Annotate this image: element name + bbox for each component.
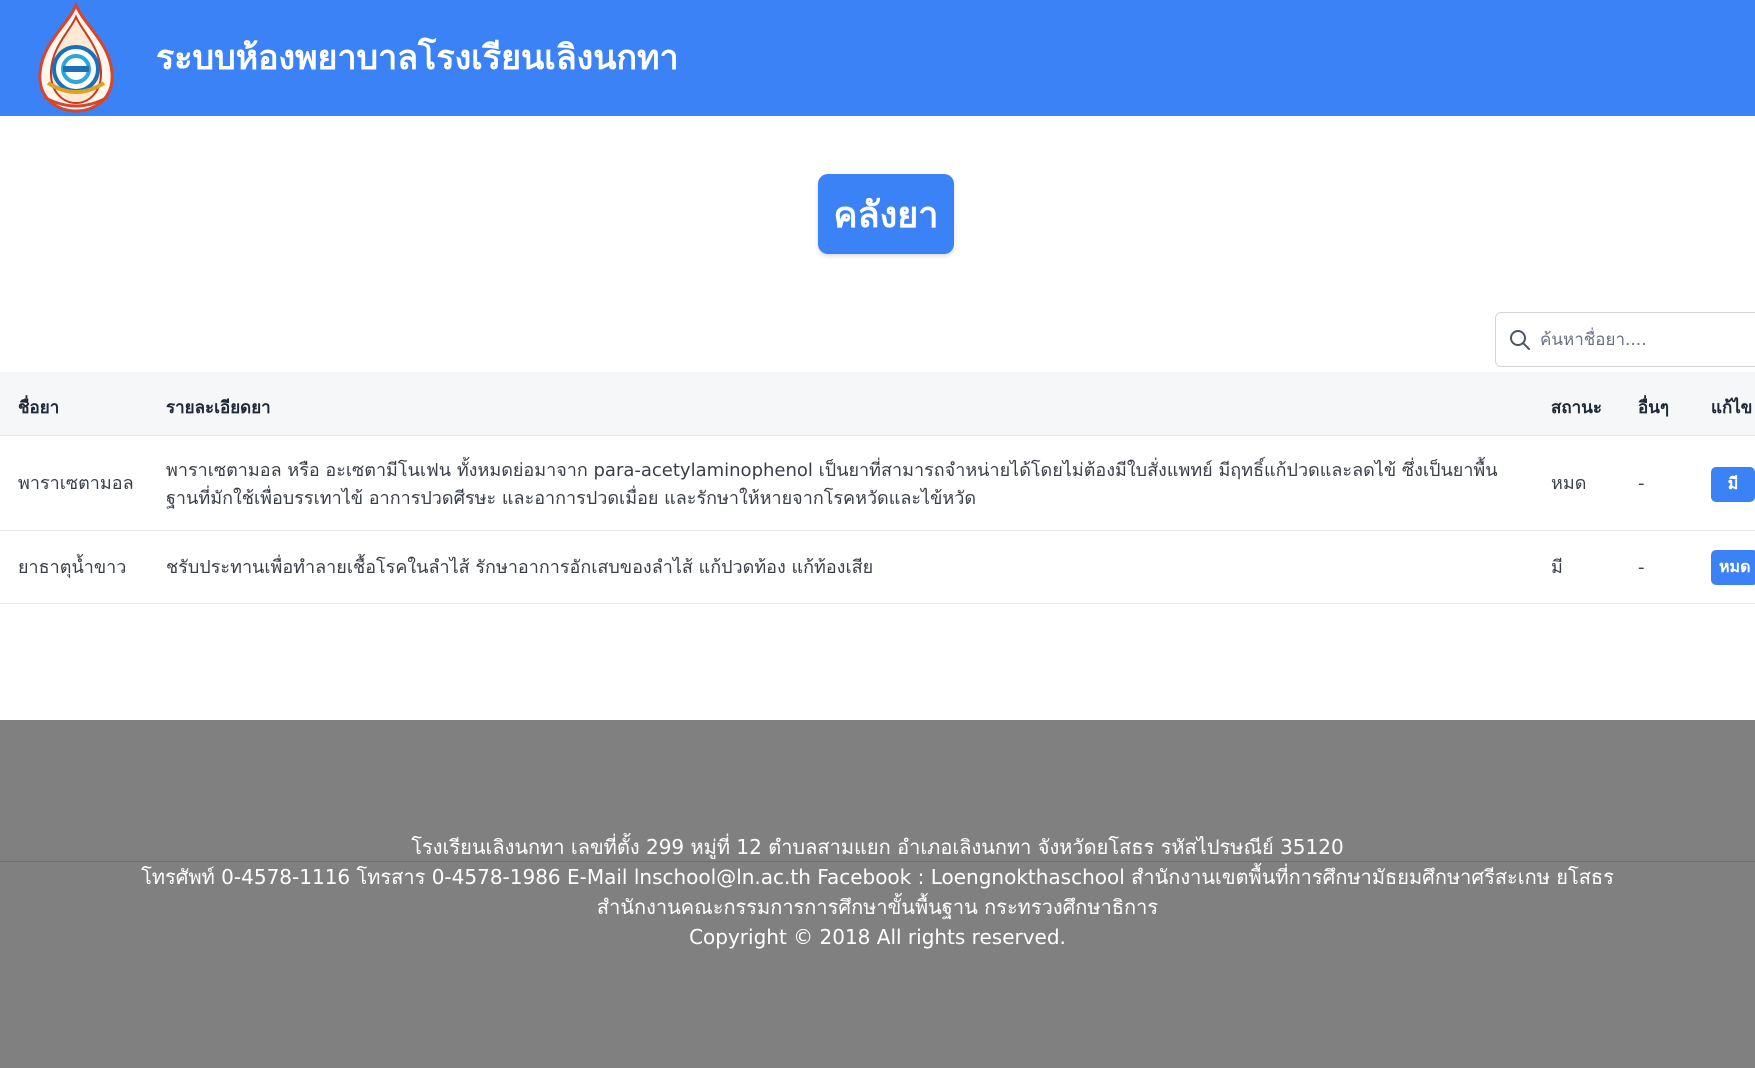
header-other: อื่นๆ bbox=[1638, 398, 1669, 418]
table-row: ยาธาตุน้ำขาว ชรับประทานเพื่อทำลายเชื้อโร… bbox=[0, 532, 1755, 604]
edit-status-button[interactable]: หมด bbox=[1711, 550, 1755, 585]
header-name: ชื่อยา bbox=[18, 398, 60, 418]
medicine-other: - bbox=[1638, 473, 1645, 494]
footer-contact: โทรศัพท์ 0-4578-1116 โทรสาร 0-4578-1986 … bbox=[141, 865, 1614, 889]
footer: โรงเรียนเลิงนกทา เลขที่ตั้ง 299 หมู่ที่ … bbox=[0, 720, 1755, 1068]
medicine-other: - bbox=[1638, 557, 1645, 578]
medicine-status: หมด bbox=[1551, 473, 1587, 494]
footer-agency: สำนักงานคณะกรรมการการศึกษาขั้นพื้นฐาน กร… bbox=[596, 895, 1159, 919]
table-row: พาราเซตามอล พาราเซตามอล หรือ อะเซตามีโนเ… bbox=[0, 437, 1755, 531]
medicine-status: มี bbox=[1551, 557, 1563, 578]
footer-address: โรงเรียนเลิงนกทา เลขที่ตั้ง 299 หมู่ที่ … bbox=[411, 835, 1344, 859]
table-header-row: ชื่อยา รายละเอียดยา สถานะ อื่นๆ แก้ไข bbox=[0, 372, 1755, 436]
medicine-name: พาราเซตามอล bbox=[18, 473, 134, 494]
search-input[interactable] bbox=[1540, 313, 1755, 366]
medicine-description: ชรับประทานเพื่อทำลายเชื้อโรคในลำไส้ รักษ… bbox=[166, 557, 874, 578]
page-title: คลังยา bbox=[818, 174, 954, 254]
footer-text: โรงเรียนเลิงนกทา เลขที่ตั้ง 299 หมู่ที่ … bbox=[0, 832, 1755, 952]
school-logo-icon[interactable] bbox=[30, 3, 122, 113]
edit-status-button[interactable]: มี bbox=[1711, 467, 1755, 502]
medicine-description: พาราเซตามอล หรือ อะเซตามีโนเฟน ทั้งหมดย่… bbox=[166, 460, 1498, 509]
header-description: รายละเอียดยา bbox=[166, 398, 271, 418]
search-icon bbox=[1510, 330, 1530, 350]
footer-copyright: Copyright © 2018 All rights reserved. bbox=[689, 925, 1066, 949]
medicine-name: ยาธาตุน้ำขาว bbox=[18, 557, 127, 578]
header-edit: แก้ไข bbox=[1711, 398, 1753, 418]
top-header: ระบบห้องพยาบาลโรงเรียนเลิงนกทา bbox=[0, 0, 1755, 116]
site-title: ระบบห้องพยาบาลโรงเรียนเลิงนกทา bbox=[156, 38, 679, 78]
search-box[interactable] bbox=[1495, 312, 1755, 367]
header-status: สถานะ bbox=[1551, 398, 1602, 418]
